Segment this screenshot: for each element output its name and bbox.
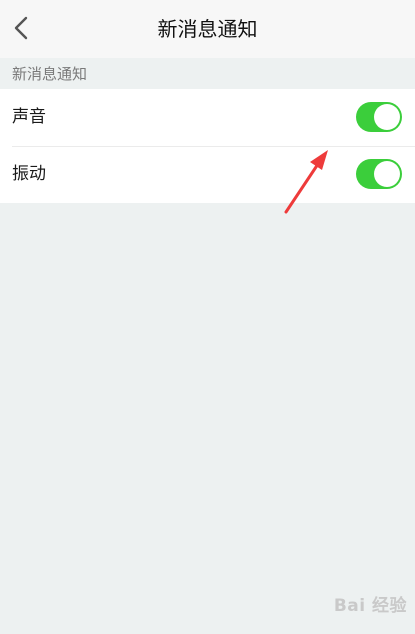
sound-toggle[interactable]	[356, 102, 402, 132]
page-title: 新消息通知	[157, 17, 258, 41]
setting-row-vibration[interactable]: 振动	[0, 146, 415, 203]
toggle-knob	[374, 161, 400, 187]
toggle-knob	[374, 104, 400, 130]
setting-label-sound: 声音	[12, 107, 46, 127]
navigation-bar: 新消息通知	[0, 0, 415, 58]
annotation-arrow-icon	[284, 150, 328, 214]
setting-row-sound[interactable]: 声音	[0, 89, 415, 146]
setting-label-vibration: 振动	[12, 164, 46, 184]
vibration-toggle[interactable]	[356, 159, 402, 189]
settings-card: 声音 振动	[0, 89, 415, 203]
section-header: 新消息通知	[12, 65, 88, 83]
watermark: Bai 经验	[333, 596, 407, 616]
